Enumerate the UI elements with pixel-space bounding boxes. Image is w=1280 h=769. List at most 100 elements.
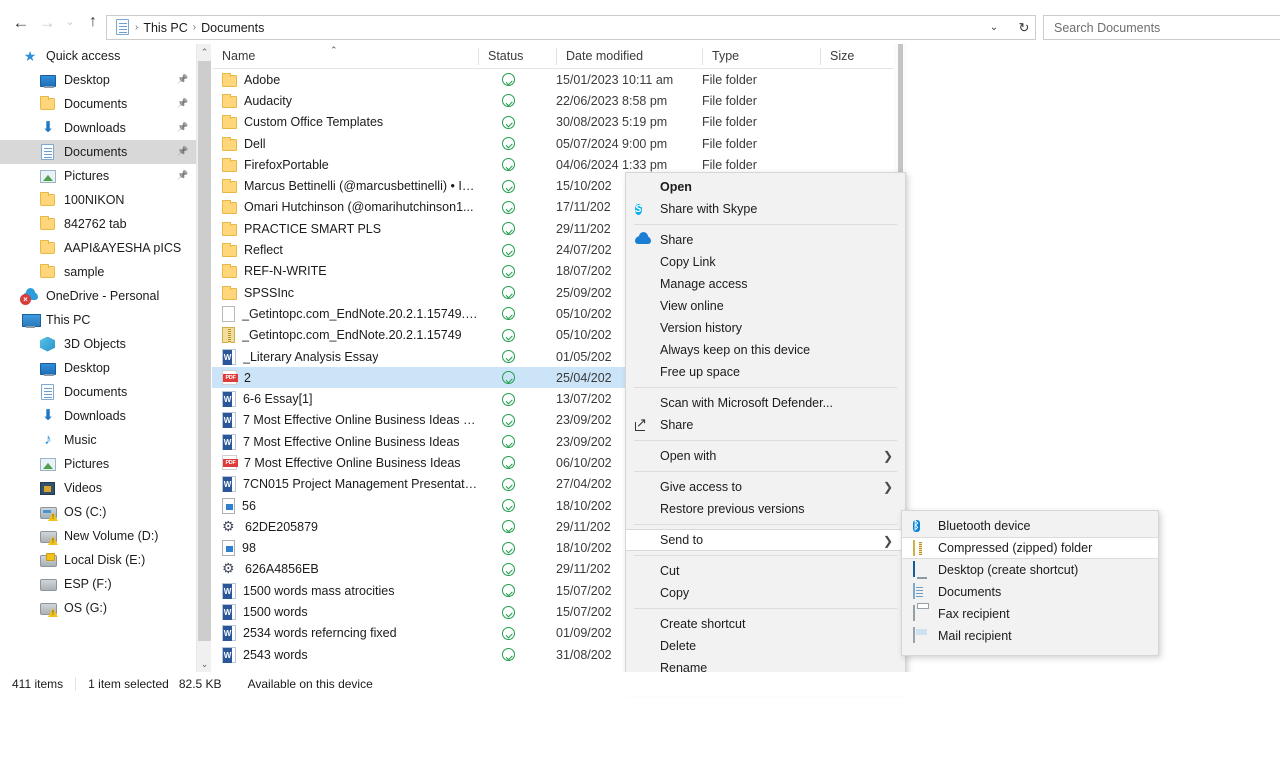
navigation-pane[interactable]: ★Quick accessDesktop📌Documents📌⬇Download… [0,44,196,672]
sendto-item-compressed-zipped-folder[interactable]: Compressed (zipped) folder [902,537,1158,559]
sidebar-item-downloads[interactable]: ⬇Downloads📌 [0,116,196,140]
file-name-cell[interactable]: _Literary Analysis Essay [212,349,478,365]
file-name-cell[interactable]: Adobe [212,73,478,87]
file-name-cell[interactable]: PRACTICE SMART PLS [212,222,478,236]
menu-item-manage-access[interactable]: Manage access [626,273,905,295]
pin-icon[interactable]: 📌 [177,98,188,109]
menu-item-copy-link[interactable]: Copy Link [626,251,905,273]
sidebar-item-new-volume-d[interactable]: New Volume (D:) [0,524,196,548]
sidebar-item-aapi-ayesha-pics[interactable]: AAPI&AYESHA pICS [0,236,196,260]
sidebar-item-os-g[interactable]: OS (G:) [0,596,196,620]
menu-item-share[interactable]: Share [626,414,905,436]
search-input[interactable] [1052,17,1280,38]
scrollbar-thumb[interactable] [198,61,211,641]
up-button[interactable]: ↑ [80,8,106,36]
file-name-cell[interactable]: Custom Office Templates [212,115,478,129]
menu-item-send-to[interactable]: Send to❯ [626,529,905,551]
refresh-icon[interactable]: ↻ [1012,16,1036,39]
menu-item-always-keep-on-this-device[interactable]: Always keep on this device [626,339,905,361]
pin-icon[interactable]: 📌 [177,74,188,85]
file-name-cell[interactable]: 1500 words mass atrocities [212,583,478,599]
pin-icon[interactable]: 📌 [177,170,188,181]
file-name-cell[interactable]: Dell [212,137,478,151]
file-name-cell[interactable]: 7 Most Effective Online Business Ideas [212,455,478,470]
file-name-cell[interactable]: Audacity [212,94,478,108]
menu-item-restore-previous-versions[interactable]: Restore previous versions [626,498,905,520]
sidebar-item-3d-objects[interactable]: 3D Objects [0,332,196,356]
sidebar-item-local-disk-e[interactable]: Local Disk (E:) [0,548,196,572]
sidebar-item-documents[interactable]: Documents📌 [0,92,196,116]
sidebar-item-sample[interactable]: sample [0,260,196,284]
file-name-cell[interactable]: 7CN015 Project Management Presentatio... [212,476,478,492]
menu-item-open-with[interactable]: Open with❯ [626,445,905,467]
sidebar-item-videos[interactable]: Videos [0,476,196,500]
column-header-type[interactable]: Type [702,44,820,69]
table-row[interactable]: Adobe15/01/2023 10:11 amFile folder [212,69,906,90]
menu-item-free-up-space[interactable]: Free up space [626,361,905,383]
file-name-cell[interactable]: FirefoxPortable [212,158,478,172]
sidebar-item-onedrive-personal[interactable]: ×OneDrive - Personal [0,284,196,308]
file-name-cell[interactable]: 62DE205879 [212,519,478,535]
context-menu[interactable]: OpenSShare with SkypeShareCopy LinkManag… [625,172,906,690]
file-name-cell[interactable]: 56 [212,498,478,514]
file-name-cell[interactable]: 2534 words referncing fixed [212,625,478,641]
column-header-name[interactable]: Name ⌃ [212,44,478,69]
menu-item-cut[interactable]: Cut [626,560,905,582]
address-bar[interactable]: › This PC › Documents ⌄ [106,15,1036,40]
sendto-item-mail-recipient[interactable]: Mail recipient [902,625,1158,647]
sidebar-item-this-pc[interactable]: This PC [0,308,196,332]
file-name-cell[interactable]: Omari Hutchinson (@omarihutchinson1... [212,200,478,214]
table-row[interactable]: Dell05/07/2024 9:00 pmFile folder [212,133,906,154]
sidebar-item-documents[interactable]: Documents📌 [0,140,196,164]
menu-item-view-online[interactable]: View online [626,295,905,317]
file-name-cell[interactable]: Marcus Bettinelli (@marcusbettinelli) • … [212,179,478,193]
pin-icon[interactable]: 📌 [177,146,188,157]
file-name-cell[interactable]: 7 Most Effective Online Business Ideas [212,434,478,450]
column-header-status[interactable]: Status [478,44,556,69]
file-name-cell[interactable]: Reflect [212,243,478,257]
sidebar-item-esp-f[interactable]: ESP (F:) [0,572,196,596]
file-name-cell[interactable]: 2 [212,370,478,385]
send-to-submenu[interactable]: ᛒBluetooth deviceCompressed (zipped) fol… [901,510,1159,656]
menu-item-scan-with-microsoft-defender[interactable]: Scan with Microsoft Defender... [626,392,905,414]
menu-item-delete[interactable]: Delete [626,635,905,657]
file-name-cell[interactable]: 2543 words [212,647,478,663]
sidebar-item-documents[interactable]: Documents [0,380,196,404]
table-row[interactable]: Custom Office Templates30/08/2023 5:19 p… [212,112,906,133]
file-name-cell[interactable]: _Getintopc.com_EndNote.20.2.1.15749.rar [212,306,478,322]
sendto-item-fax-recipient[interactable]: Fax recipient [902,603,1158,625]
sidebar-item-pictures[interactable]: Pictures📌 [0,164,196,188]
sidebar-item-pictures[interactable]: Pictures [0,452,196,476]
file-name-cell[interactable]: 1500 words [212,604,478,620]
sidebar-item-desktop[interactable]: Desktop [0,356,196,380]
file-name-cell[interactable]: SPSSInc [212,286,478,300]
menu-item-version-history[interactable]: Version history [626,317,905,339]
sidebar-item-downloads[interactable]: ⬇Downloads [0,404,196,428]
menu-item-share-with-skype[interactable]: SShare with Skype [626,198,905,220]
sidebar-item-quick-access[interactable]: ★Quick access [0,44,196,68]
chevron-down-icon[interactable]: ⌄ [983,16,1005,39]
sendto-item-bluetooth-device[interactable]: ᛒBluetooth device [902,515,1158,537]
sidebar-item-100nikon[interactable]: 100NIKON [0,188,196,212]
menu-item-give-access-to[interactable]: Give access to❯ [626,476,905,498]
file-name-cell[interactable]: 626A4856EB [212,561,478,577]
file-name-cell[interactable]: _Getintopc.com_EndNote.20.2.1.15749 [212,327,478,343]
sidebar-item-os-c[interactable]: OS (C:) [0,500,196,524]
menu-item-share[interactable]: Share [626,229,905,251]
file-name-cell[interactable]: 7 Most Effective Online Business Ideas (… [212,412,478,428]
forward-button[interactable]: → [34,8,60,36]
menu-item-copy[interactable]: Copy [626,582,905,604]
file-name-cell[interactable]: REF-N-WRITE [212,264,478,278]
pin-icon[interactable]: 📌 [177,122,188,133]
navigation-pane-scrollbar[interactable]: ⌃ ⌄ [196,44,211,672]
breadcrumb-item-documents[interactable]: Documents [197,21,268,35]
file-name-cell[interactable]: 6-6 Essay[1] [212,391,478,407]
recent-locations-button[interactable]: ⌄ [60,8,80,36]
search-box[interactable] [1043,15,1280,40]
menu-item-open[interactable]: Open [626,176,905,198]
table-row[interactable]: Audacity22/06/2023 8:58 pmFile folder [212,90,906,111]
back-button[interactable]: ← [8,8,34,36]
column-header-date-modified[interactable]: Date modified [556,44,702,69]
scroll-up-icon[interactable]: ⌃ [197,44,212,60]
sidebar-item-842762-tab[interactable]: 842762 tab [0,212,196,236]
